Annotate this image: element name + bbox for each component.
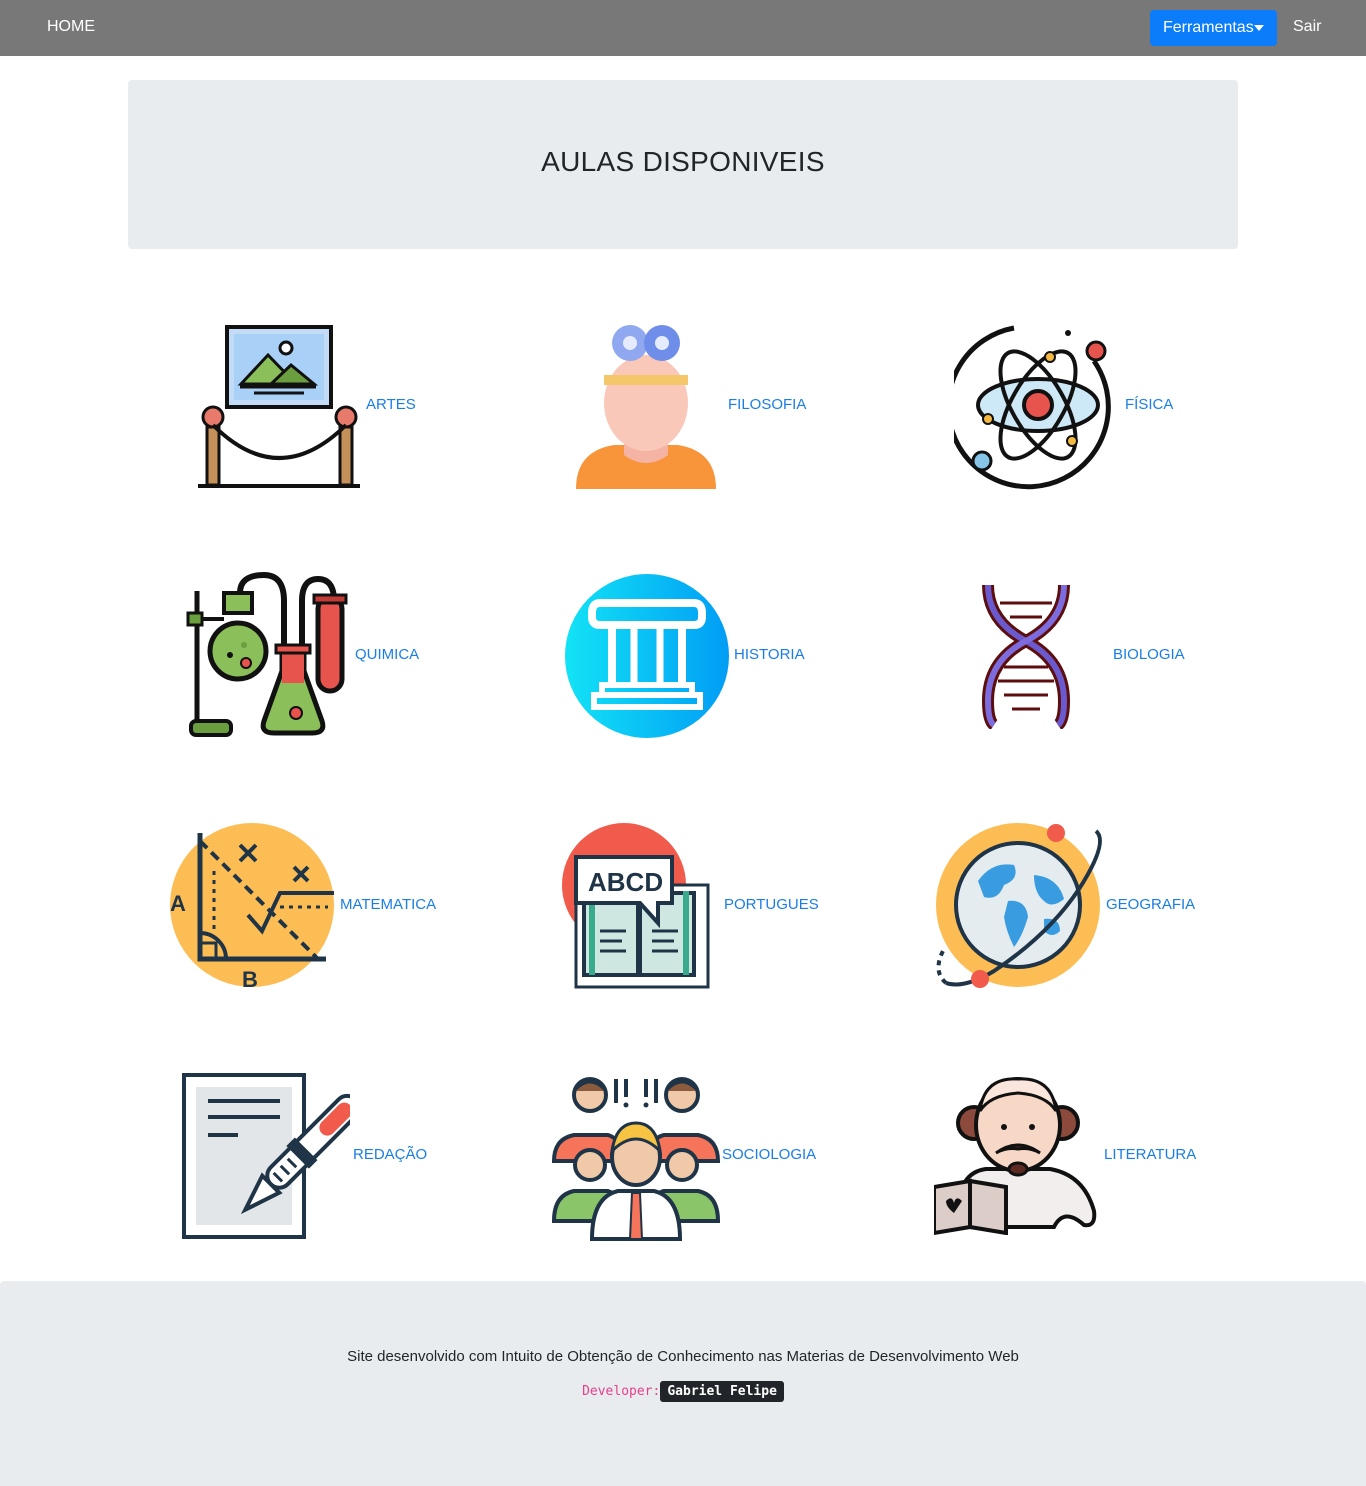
subject-card-literatura: LITERATURA [868,1055,1238,1255]
subject-card-filosofia: FILOSOFIA [498,305,868,505]
subject-card-quimica: QUIMICA [128,555,498,755]
tools-label: Ferramentas [1163,19,1254,36]
subject-card-redacao: REDAÇÃO [128,1055,498,1255]
globe-icon [936,823,1102,988]
developer-credit: Developer: Gabriel Felipe [0,1381,1366,1402]
logout-link[interactable]: Sair [1293,18,1321,36]
subject-card-geografia: GEOGRAFIA [868,805,1238,1005]
geometry-icon: A B [170,823,334,991]
thinker-head-icon [576,325,716,489]
caret-down-icon [1254,25,1264,31]
nav-home-link[interactable]: HOME [47,18,95,36]
abcd-book-icon: ABCD [562,823,710,989]
subject-link-fisica[interactable]: FÍSICA [1125,396,1173,413]
subject-card-portugues: ABCD PORTUGUES [498,805,868,1005]
subject-link-geografia[interactable]: GEOGRAFIA [1106,896,1195,913]
footer: Site desenvolvido com Intuito de Obtençã… [0,1281,1366,1486]
tools-dropdown-button[interactable]: Ferramentas [1150,10,1277,46]
people-group-icon [552,1077,720,1241]
svg-text:ABCD: ABCD [588,867,663,897]
subject-card-biologia: BIOLOGIA [868,555,1238,755]
subject-card-matematica: A B MATEMATICA [128,805,498,1005]
subject-card-sociologia: SOCIOLOGIA [498,1055,868,1255]
svg-text:B: B [242,967,258,991]
lab-flasks-icon [186,571,348,737]
subject-link-filosofia[interactable]: FILOSOFIA [728,396,806,413]
subject-card-fisica: FÍSICA [868,305,1238,505]
subject-link-quimica[interactable]: QUIMICA [355,646,419,663]
header-panel: AULAS DISPONIVEIS [128,80,1238,249]
column-icon [565,574,729,738]
subject-link-sociologia[interactable]: SOCIOLOGIA [722,1146,816,1163]
art-gallery-icon [198,325,360,488]
footer-text: Site desenvolvido com Intuito de Obtençã… [347,1348,1019,1365]
pen-paper-icon [182,1073,350,1239]
subject-link-artes[interactable]: ARTES [366,396,416,413]
subject-link-historia[interactable]: HISTORIA [734,646,805,663]
developer-label: Developer: [582,1384,661,1399]
developer-name: Gabriel Felipe [660,1381,784,1402]
subject-link-matematica[interactable]: MATEMATICA [340,896,436,913]
subject-link-portugues[interactable]: PORTUGUES [724,896,819,913]
dna-icon [982,584,1070,729]
atom-icon [954,325,1111,490]
navbar: HOME Ferramentas Sair [0,0,1366,56]
subject-card-historia: HISTORIA [498,555,868,755]
subject-link-biologia[interactable]: BIOLOGIA [1113,646,1185,663]
subject-link-redacao[interactable]: REDAÇÃO [353,1146,427,1163]
shakespeare-icon [934,1077,1097,1235]
subject-card-artes: ARTES [128,305,498,505]
subject-link-literatura[interactable]: LITERATURA [1104,1146,1196,1163]
page-title: AULAS DISPONIVEIS [541,146,825,177]
svg-text:A: A [170,891,186,916]
